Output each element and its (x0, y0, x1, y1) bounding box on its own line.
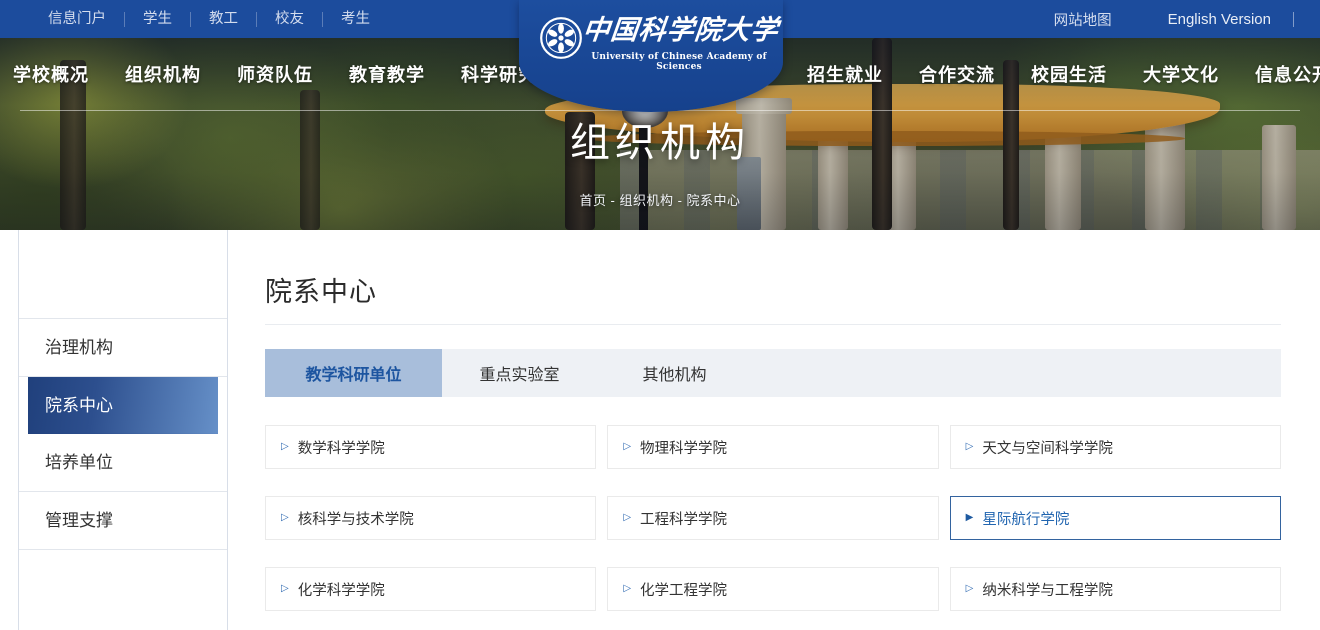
logo-chinese-name: 中国科学院大学 (581, 8, 777, 47)
triangle-arrow-icon: ▷ (623, 584, 631, 594)
sidebar-item[interactable]: 管理支撑 (19, 492, 227, 550)
tab-bar: 教学科研单位 重点实验室 其他机构 (265, 349, 1281, 397)
department-link[interactable]: ▷ 数学科学学院 (265, 425, 596, 469)
department-link[interactable]: ▶ 星际航行学院 (950, 496, 1281, 540)
triangle-arrow-icon: ▶ (966, 513, 974, 523)
title-divider (265, 324, 1281, 325)
tab-label: 教学科研单位 (305, 361, 401, 385)
logo-english-name: University of Chinese Academy of Science… (581, 52, 777, 72)
department-grid: ▷ 数学科学学院 ▷ 物理科学学院 ▷ 天文与空间科学学院 ▷ 核科学与技术学院 (265, 425, 1281, 611)
topbar-link[interactable]: 考生 (323, 12, 388, 27)
department-link[interactable]: ▷ 核科学与技术学院 (265, 496, 596, 540)
nav-item[interactable]: 招生就业 (807, 61, 883, 87)
sidebar-item-label: 培养单位 (45, 453, 113, 472)
hero-title: 组织机构 (0, 110, 1320, 168)
topbar-link[interactable]: 学生 (125, 12, 191, 27)
nav-item[interactable]: 校园生活 (1031, 61, 1107, 87)
sidebar-item[interactable]: 院系中心 (28, 377, 218, 434)
tab-label: 其他机构 (642, 361, 706, 385)
nav-item[interactable]: 组织机构 (125, 61, 201, 87)
department-label: 天文与空间科学学院 (982, 437, 1113, 458)
english-version-link[interactable]: English Version (1168, 12, 1294, 27)
department-label: 核科学与技术学院 (298, 508, 414, 529)
university-emblem-icon (539, 16, 583, 65)
sitemap-link[interactable]: 网站地图 (1054, 9, 1112, 30)
nav-group-left: 学校概况组织机构师资队伍教育教学科学研究 (13, 61, 537, 87)
page-title: 院系中心 (265, 270, 1281, 309)
topbar-link[interactable]: 校友 (257, 12, 323, 27)
nav-item[interactable]: 师资队伍 (237, 61, 313, 87)
department-label: 星际航行学院 (982, 508, 1069, 529)
university-logo-badge[interactable]: 中国科学院大学 University of Chinese Academy of… (519, 0, 783, 112)
department-label: 物理科学学院 (640, 437, 727, 458)
nav-item[interactable]: 合作交流 (919, 61, 995, 87)
topbar-right-links: 网站地图 English Version (1054, 9, 1294, 30)
main-panel: 院系中心 教学科研单位 重点实验室 其他机构 ▷ (228, 230, 1320, 630)
triangle-arrow-icon: ▷ (281, 513, 289, 523)
sidebar: 治理机构 院系中心 培养单位 管理支撑 (18, 230, 228, 630)
topbar-link[interactable]: 教工 (191, 12, 257, 27)
department-label: 数学科学学院 (298, 437, 385, 458)
breadcrumb[interactable]: 首页 - 组织机构 - 院系中心 (0, 190, 1320, 209)
nav-item[interactable]: 信息公开 (1255, 61, 1320, 87)
triangle-arrow-icon: ▷ (281, 584, 289, 594)
sidebar-item-label: 管理支撑 (45, 511, 113, 530)
department-link[interactable]: ▷ 纳米科学与工程学院 (950, 567, 1281, 611)
triangle-arrow-icon: ▷ (966, 442, 974, 452)
tab-label: 重点实验室 (479, 361, 559, 385)
triangle-arrow-icon: ▷ (623, 442, 631, 452)
nav-item[interactable]: 教育教学 (349, 61, 425, 87)
nav-group-right: 招生就业 合作交流 校园生活 大学文化 信息公开 (807, 61, 1320, 87)
nav-item[interactable]: 学校概况 (13, 61, 89, 87)
department-label: 化学工程学院 (640, 579, 727, 600)
page-header: 信息门户学生教工校友考生 网站地图 English Version 学校概况组织… (0, 0, 1320, 230)
nav-item[interactable]: 大学文化 (1143, 61, 1219, 87)
tab[interactable]: 教学科研单位 (265, 349, 442, 397)
triangle-arrow-icon: ▷ (623, 513, 631, 523)
triangle-arrow-icon: ▷ (281, 442, 289, 452)
sidebar-item[interactable]: 培养单位 (19, 434, 227, 492)
sidebar-item-label: 院系中心 (45, 396, 113, 415)
department-label: 化学科学学院 (298, 579, 385, 600)
topbar-left-links: 信息门户学生教工校友考生 (30, 12, 388, 27)
sidebar-item-label: 治理机构 (45, 338, 113, 357)
sidebar-item[interactable]: 治理机构 (19, 319, 227, 377)
tab[interactable]: 重点实验室 (442, 349, 597, 397)
department-link[interactable]: ▷ 化学科学学院 (265, 567, 596, 611)
department-link[interactable]: ▷ 化学工程学院 (607, 567, 938, 611)
sidebar-menu: 治理机构 院系中心 培养单位 管理支撑 (19, 318, 227, 550)
topbar-link[interactable]: 信息门户 (30, 12, 125, 27)
department-label: 工程科学学院 (640, 508, 727, 529)
department-link[interactable]: ▷ 天文与空间科学学院 (950, 425, 1281, 469)
content-area: 治理机构 院系中心 培养单位 管理支撑 院系中心 教 (0, 230, 1320, 630)
department-link[interactable]: ▷ 工程科学学院 (607, 496, 938, 540)
tab[interactable]: 其他机构 (597, 349, 752, 397)
department-link[interactable]: ▷ 物理科学学院 (607, 425, 938, 469)
triangle-arrow-icon: ▷ (966, 584, 974, 594)
department-label: 纳米科学与工程学院 (982, 579, 1113, 600)
